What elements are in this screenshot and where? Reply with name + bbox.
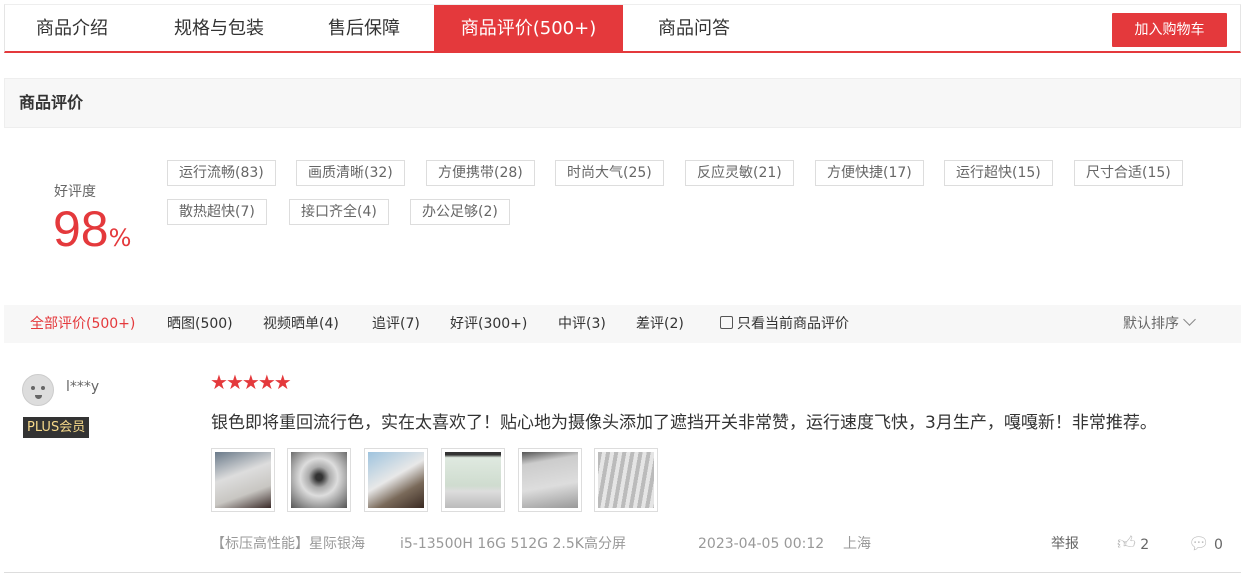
thumbs-up-icon: 👍︎	[1117, 533, 1136, 554]
tab-bar: 商品介绍 规格与包装 售后保障 商品评价(500+) 商品问答	[4, 4, 1241, 53]
checkbox-icon[interactable]	[720, 316, 733, 329]
comment-button[interactable]: 💬︎ 0	[1188, 535, 1223, 554]
tag[interactable]: 散热超快(7)	[167, 199, 267, 225]
tab-specs[interactable]: 规格与包装	[145, 5, 293, 52]
review-image[interactable]	[594, 448, 658, 512]
comment-icon: 💬︎	[1188, 534, 1210, 554]
tag[interactable]: 尺寸合适(15)	[1074, 160, 1183, 186]
filter-negative[interactable]: 差评(2)	[636, 305, 684, 343]
tag[interactable]: 画质清晰(32)	[296, 160, 405, 186]
product-spec: i5-13500H 16G 512G 2.5K高分屏	[400, 536, 626, 552]
only-current-label: 只看当前商品评价	[737, 316, 849, 332]
review-text: 银色即将重回流行色，实在太喜欢了！贴心地为摄像头添加了遮挡开关非常赞，运行速度飞…	[211, 413, 1157, 433]
section-title: 商品评价	[4, 78, 1241, 128]
filter-positive[interactable]: 好评(300+)	[450, 305, 527, 343]
avatar	[22, 374, 54, 406]
tab-product-intro[interactable]: 商品介绍	[5, 5, 139, 52]
review-image[interactable]	[287, 448, 351, 512]
filter-followup[interactable]: 追评(7)	[372, 305, 420, 343]
tag[interactable]: 接口齐全(4)	[289, 199, 389, 225]
star-icon: ★	[273, 370, 292, 394]
star-icon: ★	[257, 370, 276, 394]
tag[interactable]: 运行超快(15)	[944, 160, 1053, 186]
report-link[interactable]: 举报	[1051, 535, 1079, 553]
rating-label: 好评度	[54, 184, 96, 200]
review-image[interactable]	[441, 448, 505, 512]
filter-video[interactable]: 视频晒单(4)	[263, 305, 339, 343]
filter-all[interactable]: 全部评价(500+)	[30, 305, 135, 343]
tab-qa[interactable]: 商品问答	[631, 5, 757, 52]
tag[interactable]: 反应灵敏(21)	[685, 160, 794, 186]
like-count: 2	[1140, 537, 1150, 553]
review-date: 2023-04-05 00:12	[698, 536, 825, 552]
like-button[interactable]: 👍︎ 2	[1117, 535, 1149, 554]
product-variant: 【标压高性能】星际银海	[211, 536, 365, 552]
sort-dropdown[interactable]: 默认排序	[1123, 305, 1196, 343]
rating-value: 98%	[53, 200, 131, 258]
chevron-down-icon	[1183, 313, 1196, 326]
tag[interactable]: 运行流畅(83)	[167, 160, 276, 186]
plus-badge: PLUS会员	[23, 417, 90, 438]
tab-after-sales[interactable]: 售后保障	[301, 5, 427, 52]
tag[interactable]: 办公足够(2)	[410, 199, 510, 225]
star-icon: ★	[241, 370, 260, 394]
tag[interactable]: 方便携带(28)	[426, 160, 535, 186]
review-filter-bar: 全部评价(500+) 晒图(500) 视频晒单(4) 追评(7) 好评(300+…	[4, 305, 1241, 343]
comment-count: 0	[1214, 537, 1223, 553]
filter-images[interactable]: 晒图(500)	[167, 305, 233, 343]
rating-unit: %	[108, 224, 132, 252]
username: l***y	[66, 379, 100, 395]
filter-neutral[interactable]: 中评(3)	[558, 305, 606, 343]
sort-label: 默认排序	[1123, 316, 1179, 332]
divider	[4, 572, 1241, 573]
rating-percent: 98	[53, 201, 109, 257]
star-icon: ★	[210, 370, 228, 394]
tag[interactable]: 时尚大气(25)	[555, 160, 664, 186]
review-image[interactable]	[364, 448, 428, 512]
review-image[interactable]	[518, 448, 582, 512]
review-location: 上海	[843, 536, 871, 552]
only-current-checkbox[interactable]: 只看当前商品评价	[720, 305, 849, 343]
star-rating: ★★★★★	[210, 370, 292, 394]
add-to-cart-button[interactable]: 加入购物车	[1112, 13, 1227, 47]
star-icon: ★	[225, 370, 244, 394]
tag[interactable]: 方便快捷(17)	[815, 160, 924, 186]
tab-reviews[interactable]: 商品评价(500+)	[434, 5, 623, 52]
review-image[interactable]	[211, 448, 275, 512]
